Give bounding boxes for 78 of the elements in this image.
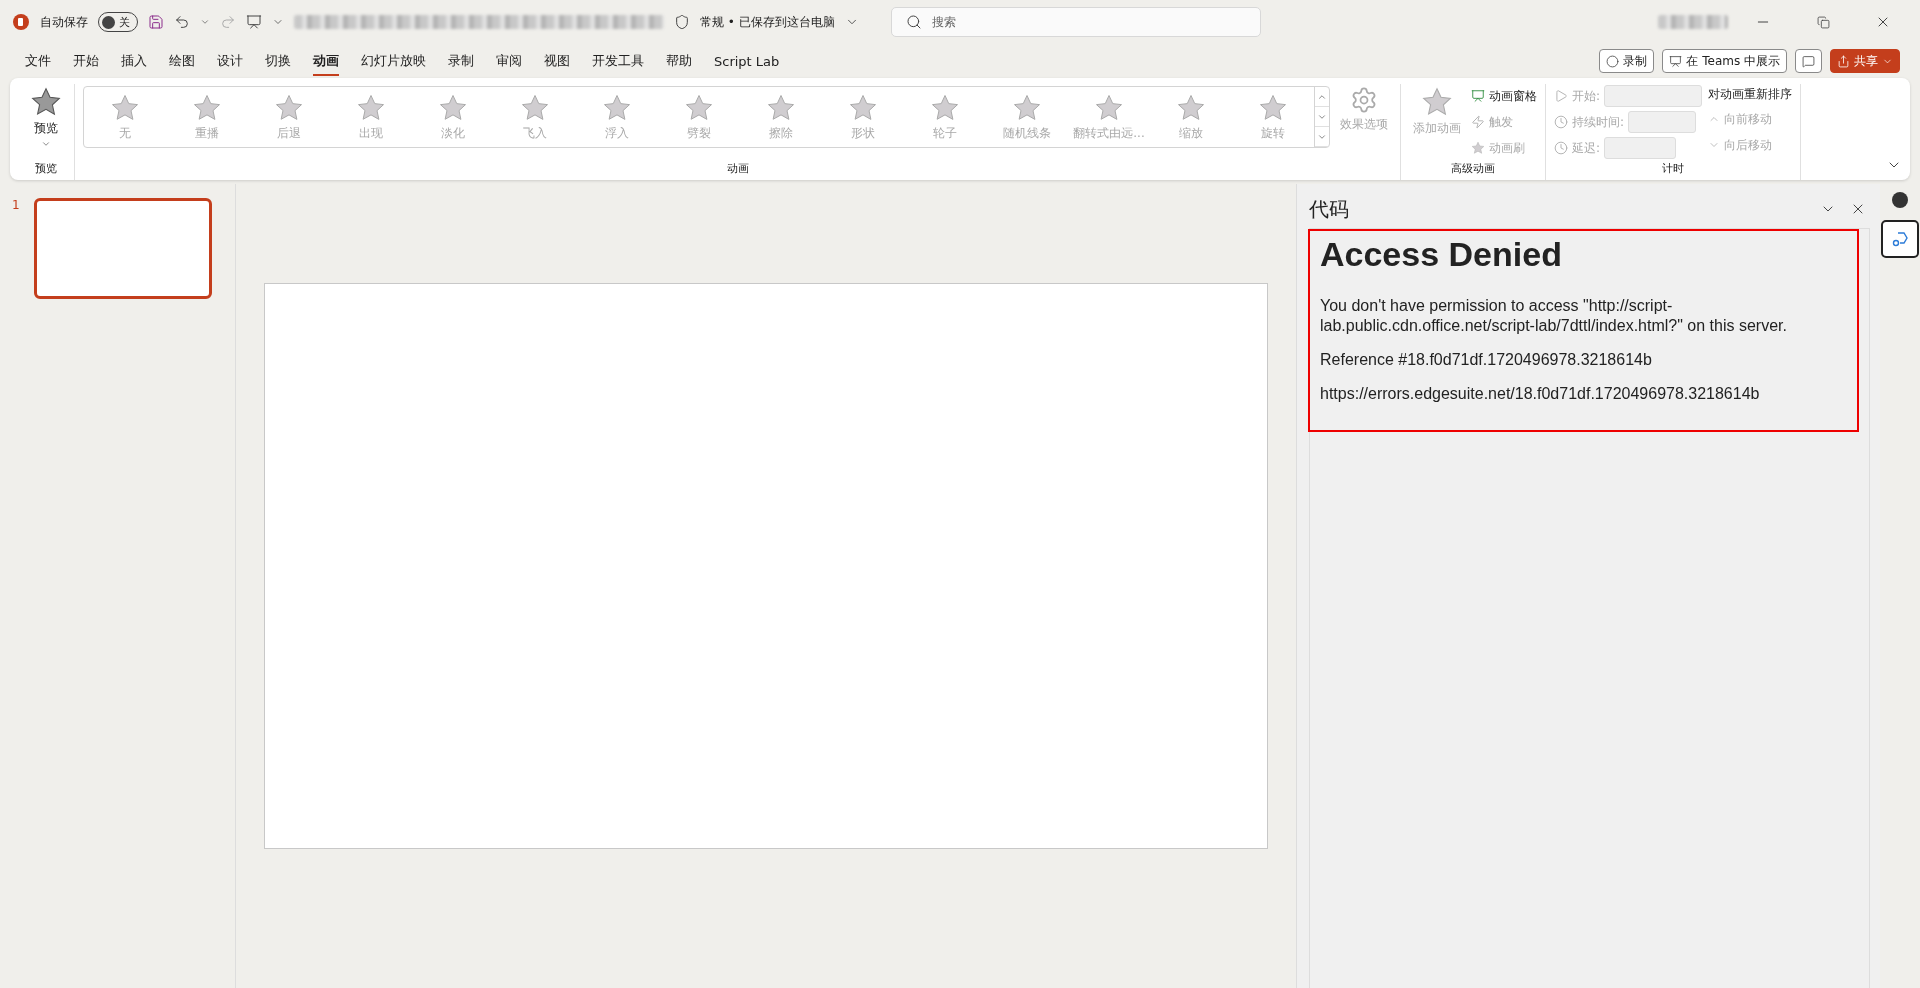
star-icon <box>192 92 222 123</box>
error-heading: Access Denied <box>1320 235 1563 274</box>
menu-tab[interactable]: 审阅 <box>485 46 533 76</box>
share-icon <box>1837 54 1850 68</box>
menu-tab[interactable]: 动画 <box>302 46 350 76</box>
star-icon <box>1176 92 1206 123</box>
blurred-avatar <box>1658 15 1728 29</box>
search-field[interactable]: 搜索 <box>890 7 1261 37</box>
menu-tab[interactable]: 帮助 <box>655 46 703 76</box>
star-icon <box>438 92 468 123</box>
star-icon <box>30 86 62 118</box>
group-label: 计时 <box>1662 161 1684 177</box>
menu-tab[interactable]: 幻灯片放映 <box>350 46 437 76</box>
script-lab-button[interactable] <box>1881 220 1919 258</box>
duration-field[interactable] <box>1628 111 1697 133</box>
record-button[interactable]: 录制 <box>1599 49 1655 73</box>
comment-icon <box>1802 54 1815 68</box>
preview-button[interactable]: 预览 <box>26 84 66 151</box>
menu-tab[interactable]: 插入 <box>110 46 158 76</box>
delay-field[interactable] <box>1604 137 1677 159</box>
group-label: 动画 <box>726 161 749 177</box>
teams-icon <box>1669 54 1683 68</box>
search-icon <box>905 14 922 30</box>
comments-button[interactable] <box>1795 49 1822 73</box>
group-label: 高级动画 <box>1451 161 1495 177</box>
star-icon <box>1471 141 1485 155</box>
undo-icon[interactable] <box>174 14 190 30</box>
star-icon <box>848 92 878 123</box>
addin-logo-icon[interactable] <box>1892 192 1908 208</box>
slide-thumbnail[interactable] <box>33 198 212 299</box>
clock-icon <box>1554 115 1568 129</box>
hexagon-icon <box>1891 230 1909 248</box>
star-icon <box>602 92 632 123</box>
save-icon[interactable] <box>148 14 164 30</box>
menu-tab[interactable]: 开始 <box>62 46 110 76</box>
shield-icon <box>674 14 690 30</box>
menu-tab[interactable]: 绘图 <box>158 46 206 76</box>
menu-tab[interactable]: 视图 <box>533 46 581 76</box>
record-icon <box>1606 54 1620 68</box>
star-icon <box>1258 92 1288 123</box>
star-icon <box>110 92 140 123</box>
group-label: 预览 <box>35 161 57 177</box>
star-icon <box>1012 92 1042 123</box>
pane-title: 代码 <box>1309 195 1349 223</box>
autosave-label: 自动保存 <box>40 13 88 31</box>
caret-icon <box>41 139 51 149</box>
menu-tab[interactable]: 开发工具 <box>581 46 655 76</box>
star-icon <box>930 92 960 123</box>
star-icon <box>1421 86 1453 118</box>
pane-icon <box>1471 89 1485 103</box>
menu-tab[interactable]: Script Lab <box>703 47 791 75</box>
lightning-icon <box>1471 115 1485 129</box>
clock-icon <box>1554 141 1568 155</box>
ribbon-button[interactable]: 动画窗格 <box>1471 86 1537 106</box>
play-icon <box>1554 89 1568 103</box>
star-icon <box>520 92 550 123</box>
error-reference: Reference #18.f0d71df.1720496978.3218614b <box>1320 350 1653 370</box>
caret-icon <box>200 17 210 27</box>
gear-icon <box>1350 86 1378 114</box>
menu-tab[interactable]: 文件 <box>14 46 62 76</box>
presentation-icon[interactable] <box>246 14 262 30</box>
menu-tab[interactable]: 录制 <box>437 46 485 76</box>
star-icon <box>766 92 796 123</box>
slide-number: 1 <box>12 198 20 212</box>
menu-tab[interactable]: 设计 <box>206 46 254 76</box>
star-icon <box>684 92 714 123</box>
star-icon <box>1094 92 1124 123</box>
star-icon <box>356 92 386 123</box>
restore-icon[interactable] <box>1816 15 1830 29</box>
star-icon <box>274 92 304 123</box>
reorder-label: 对动画重新排序 <box>1708 86 1793 103</box>
menu-tab[interactable]: 切换 <box>254 46 302 76</box>
app-logo-icon <box>12 13 30 31</box>
teams-button[interactable]: 在 Teams 中展示 <box>1662 49 1787 73</box>
share-button[interactable]: 共享 <box>1830 49 1900 73</box>
start-dropdown[interactable] <box>1604 85 1703 107</box>
save-status[interactable]: 常规 • 已保存到这台电脑 <box>700 13 835 31</box>
error-message: You don't have permission to access "http://script-lab.public.cdn.office.net/script-lab/7dttl/index.html?" on this server. <box>1320 296 1788 336</box>
